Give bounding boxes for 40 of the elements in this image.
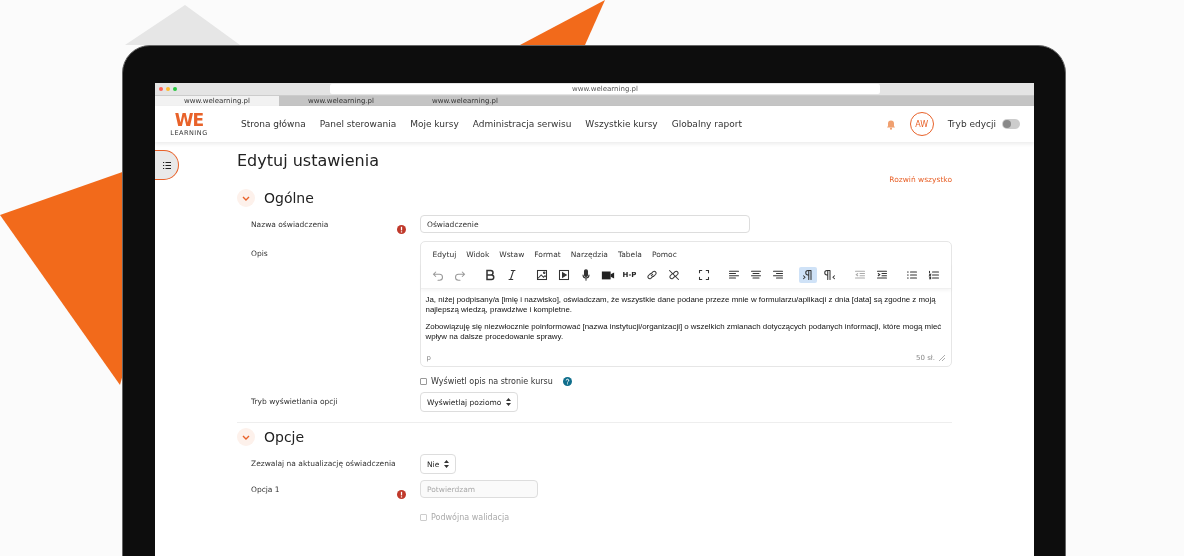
sort-arrows-icon [444,460,450,468]
outdent-icon [853,269,866,281]
italic-icon [505,269,518,281]
numbered-list-icon [927,269,940,281]
checkbox-label: Wyświetl opis na stronie kursu [431,377,553,386]
page-title: Edytuj ustawienia [237,151,380,170]
paragraph-ltr-icon [801,269,814,281]
link-icon [645,269,658,281]
image-icon [535,269,548,281]
paragraph-rtl-icon [823,269,836,281]
toolbar-button[interactable] [798,267,817,283]
section-title: Opcje [264,429,305,445]
drawer-toggle-button[interactable] [155,150,179,180]
align-center-icon [749,269,762,281]
undo-icon [431,269,444,281]
bulleted-list-icon [905,269,918,281]
nav-link[interactable]: Globalny raport [671,119,742,129]
help-icon[interactable] [562,377,572,386]
checkbox[interactable] [420,378,427,385]
sort-arrows-icon [506,398,512,406]
play-icon [557,269,570,281]
edit-mode-toggle[interactable] [1002,119,1020,129]
nav-link[interactable]: Strona główna [241,119,306,129]
resize-handle-icon[interactable] [939,355,945,361]
redo-icon [453,269,466,281]
nav-link[interactable]: Moje kursy [410,119,459,129]
nav-link[interactable]: Wszystkie kursy [585,119,658,129]
section-title: Ogólne [264,190,314,206]
microphone-icon [579,269,592,281]
list-icon [162,161,171,169]
nav-link[interactable]: Panel sterowania [319,119,397,129]
align-left-icon [727,269,740,281]
indent-icon [875,269,888,281]
bold-icon [483,269,496,281]
fullscreen-icon [697,269,710,281]
checkbox-label: Podwójna walidacja [431,513,510,522]
align-right-icon [771,269,784,281]
nav-link[interactable]: Administracja serwisu [472,119,572,129]
unlink-icon [667,269,680,281]
edit-mode-label: Tryb edycji [947,119,996,129]
